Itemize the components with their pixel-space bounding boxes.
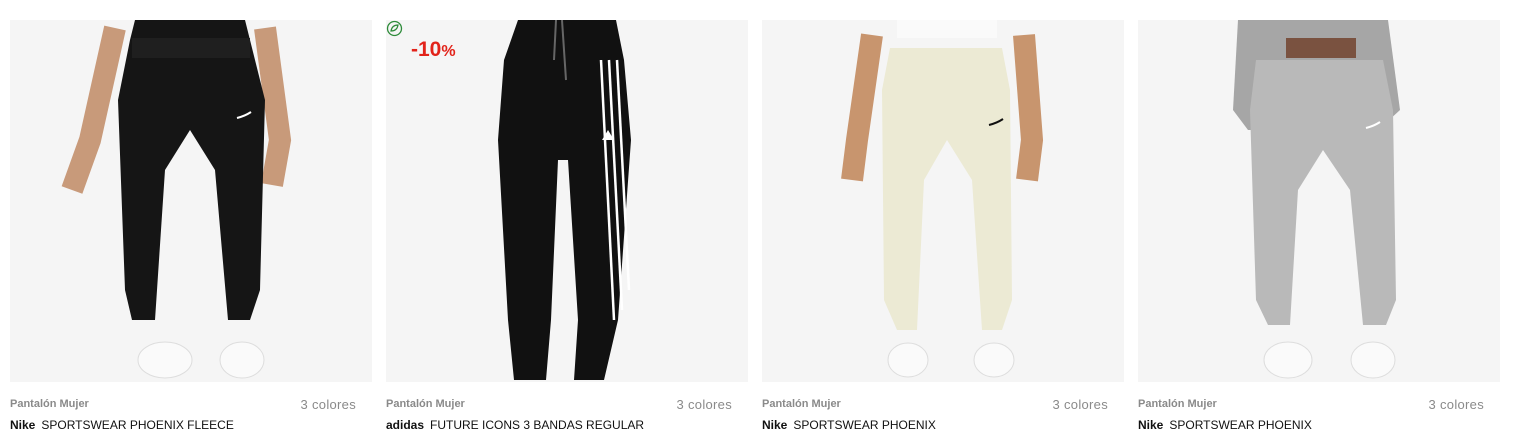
product-image[interactable] <box>1138 20 1500 382</box>
product-brand: Nike <box>1138 418 1164 432</box>
product-colors[interactable]: 3 colores <box>1053 397 1108 412</box>
product-colors[interactable]: 3 colores <box>677 397 732 412</box>
product-image[interactable] <box>762 20 1124 382</box>
product-card[interactable]: Pantalón Mujer 3 colores Nike SPORTSWEAR … <box>762 20 1124 432</box>
product-colors[interactable]: 3 colores <box>1429 397 1484 412</box>
product-title[interactable]: Nike SPORTSWEAR PHOENIX <box>1138 418 1500 432</box>
product-colors[interactable]: 3 colores <box>301 397 356 412</box>
product-meta: Pantalón Mujer 3 colores <box>386 397 748 412</box>
product-name: FUTURE ICONS 3 BANDAS REGULAR <box>430 418 645 432</box>
product-brand: adidas <box>386 418 425 432</box>
product-title[interactable]: Nike SPORTSWEAR PHOENIX <box>762 418 1124 432</box>
product-meta: Pantalón Mujer 3 colores <box>1138 397 1500 412</box>
pants-illustration <box>1233 20 1400 379</box>
product-meta: Pantalón Mujer 3 colores <box>762 397 1124 412</box>
product-category: Pantalón Mujer <box>10 398 89 410</box>
pants-illustration <box>841 20 1044 378</box>
product-category: Pantalón Mujer <box>386 398 465 410</box>
product-meta: Pantalón Mujer 3 colores <box>10 397 372 412</box>
product-name: SPORTSWEAR PHOENIX FLEECE <box>41 418 234 432</box>
eco-leaf-icon <box>386 20 403 37</box>
product-title[interactable]: Nike SPORTSWEAR PHOENIX FLEECE <box>10 418 372 432</box>
product-image[interactable] <box>10 20 372 382</box>
product-brand: Nike <box>10 418 36 432</box>
product-title[interactable]: adidas FUTURE ICONS 3 BANDAS REGULAR <box>386 418 748 432</box>
product-brand: Nike <box>762 418 788 432</box>
product-name: SPORTSWEAR PHOENIX <box>1169 418 1312 432</box>
product-category: Pantalón Mujer <box>762 398 841 410</box>
pants-illustration <box>498 20 631 380</box>
product-card[interactable]: Pantalón Mujer 3 colores Nike SPORTSWEAR … <box>10 20 372 432</box>
pants-illustration <box>61 20 292 379</box>
product-card[interactable]: Pantalón Mujer 3 colores Nike SPORTSWEAR … <box>1138 20 1500 432</box>
product-name: SPORTSWEAR PHOENIX <box>793 418 936 432</box>
product-category: Pantalón Mujer <box>1138 398 1217 410</box>
product-card[interactable]: -10% Pantalón Mujer 3 colores adidas FUTU… <box>386 20 748 432</box>
product-grid: Pantalón Mujer 3 colores Nike SPORTSWEAR … <box>10 20 1500 432</box>
discount-badge: -10% <box>411 38 456 61</box>
product-image[interactable]: -10% <box>386 20 748 382</box>
